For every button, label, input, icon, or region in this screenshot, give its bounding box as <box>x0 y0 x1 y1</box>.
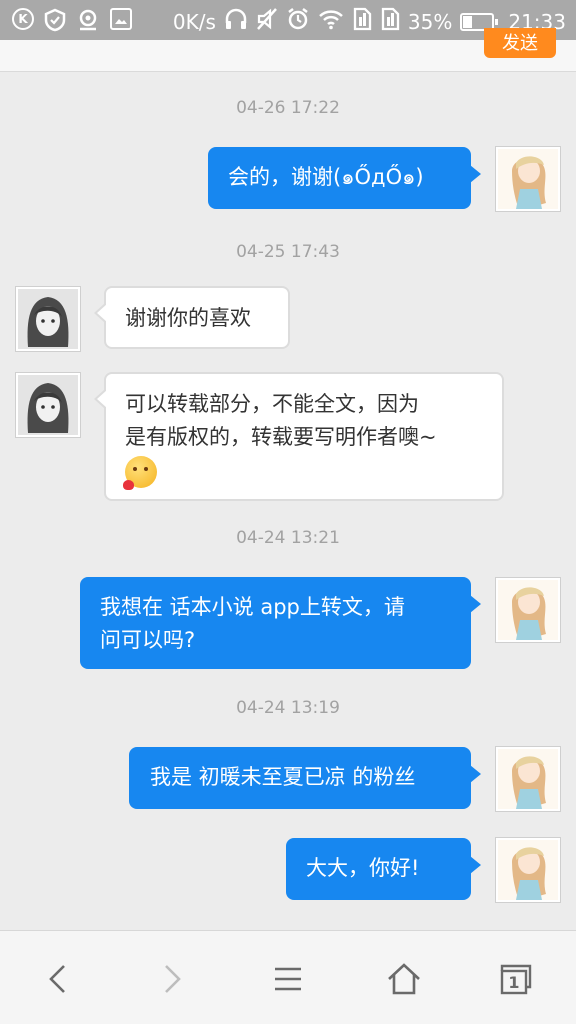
message-text: 可以转载部分，不能全文，因为 <box>125 392 419 416</box>
message-bubble-outgoing[interactable]: 我想在 话本小说 app上转文，请 问可以吗? <box>80 577 481 669</box>
back-icon[interactable] <box>36 957 80 1001</box>
avatar-author[interactable] <box>16 287 80 351</box>
menu-icon[interactable] <box>266 957 310 1001</box>
message-bubble-incoming[interactable]: 谢谢你的喜欢 <box>94 286 290 349</box>
alarm-icon <box>286 7 310 36</box>
message-bubble-outgoing[interactable]: 大大，你好! <box>286 838 481 900</box>
avatar-author[interactable] <box>16 373 80 437</box>
timestamp: 04-25 17:43 <box>236 242 340 262</box>
message-text: 我是 初暖未至夏已凉 的粉丝 <box>150 765 416 789</box>
home-icon[interactable] <box>382 957 426 1001</box>
bottom-nav: 1 <box>0 930 576 1024</box>
avatar-self[interactable] <box>496 147 560 211</box>
message-bubble-outgoing[interactable]: 会的，谢谢(๑ŐдŐ๑) <box>208 147 481 209</box>
send-button[interactable]: 发送 <box>484 28 556 58</box>
battery-percent: 35% <box>407 9 453 34</box>
net-speed: 0K/s <box>172 9 216 34</box>
avatar-self[interactable] <box>496 578 560 642</box>
message-bubble-outgoing[interactable]: 我是 初暖未至夏已凉 的粉丝 <box>129 747 481 809</box>
sim2-icon <box>380 7 400 36</box>
message-text: 大大，你好! <box>306 856 420 880</box>
message-text: 问可以吗? <box>100 628 196 652</box>
tabs-icon[interactable]: 1 <box>494 957 538 1001</box>
headphones-icon <box>224 7 248 36</box>
message-bubble-incoming[interactable]: 可以转载部分，不能全文，因为 是有版权的，转载要写明作者噢~ <box>94 372 504 501</box>
timestamp: 04-26 17:22 <box>236 98 340 118</box>
wifi-icon <box>318 8 344 35</box>
battery-level <box>463 15 473 28</box>
timestamp: 04-24 13:21 <box>236 528 340 548</box>
location-icon <box>76 8 100 36</box>
message-text: 是有版权的，转载要写明作者噢~ <box>125 425 437 449</box>
blush-heart-emoji <box>123 456 157 490</box>
mute-icon <box>256 7 278 36</box>
avatar-self[interactable] <box>496 747 560 811</box>
chat-header: 发送 <box>0 28 576 72</box>
message-text: 谢谢你的喜欢 <box>125 306 251 330</box>
tab-count: 1 <box>508 972 520 992</box>
avatar-self[interactable] <box>496 838 560 902</box>
forward-icon[interactable] <box>150 957 194 1001</box>
message-text: 我想在 话本小说 app上转文，请 <box>100 595 405 619</box>
shield-icon <box>44 8 66 36</box>
sim1-icon <box>352 7 372 36</box>
k-icon: K <box>12 8 34 30</box>
image-icon <box>110 8 132 30</box>
message-text: 会的，谢谢(๑ŐдŐ๑) <box>228 165 424 189</box>
timestamp: 04-24 13:19 <box>236 698 340 718</box>
